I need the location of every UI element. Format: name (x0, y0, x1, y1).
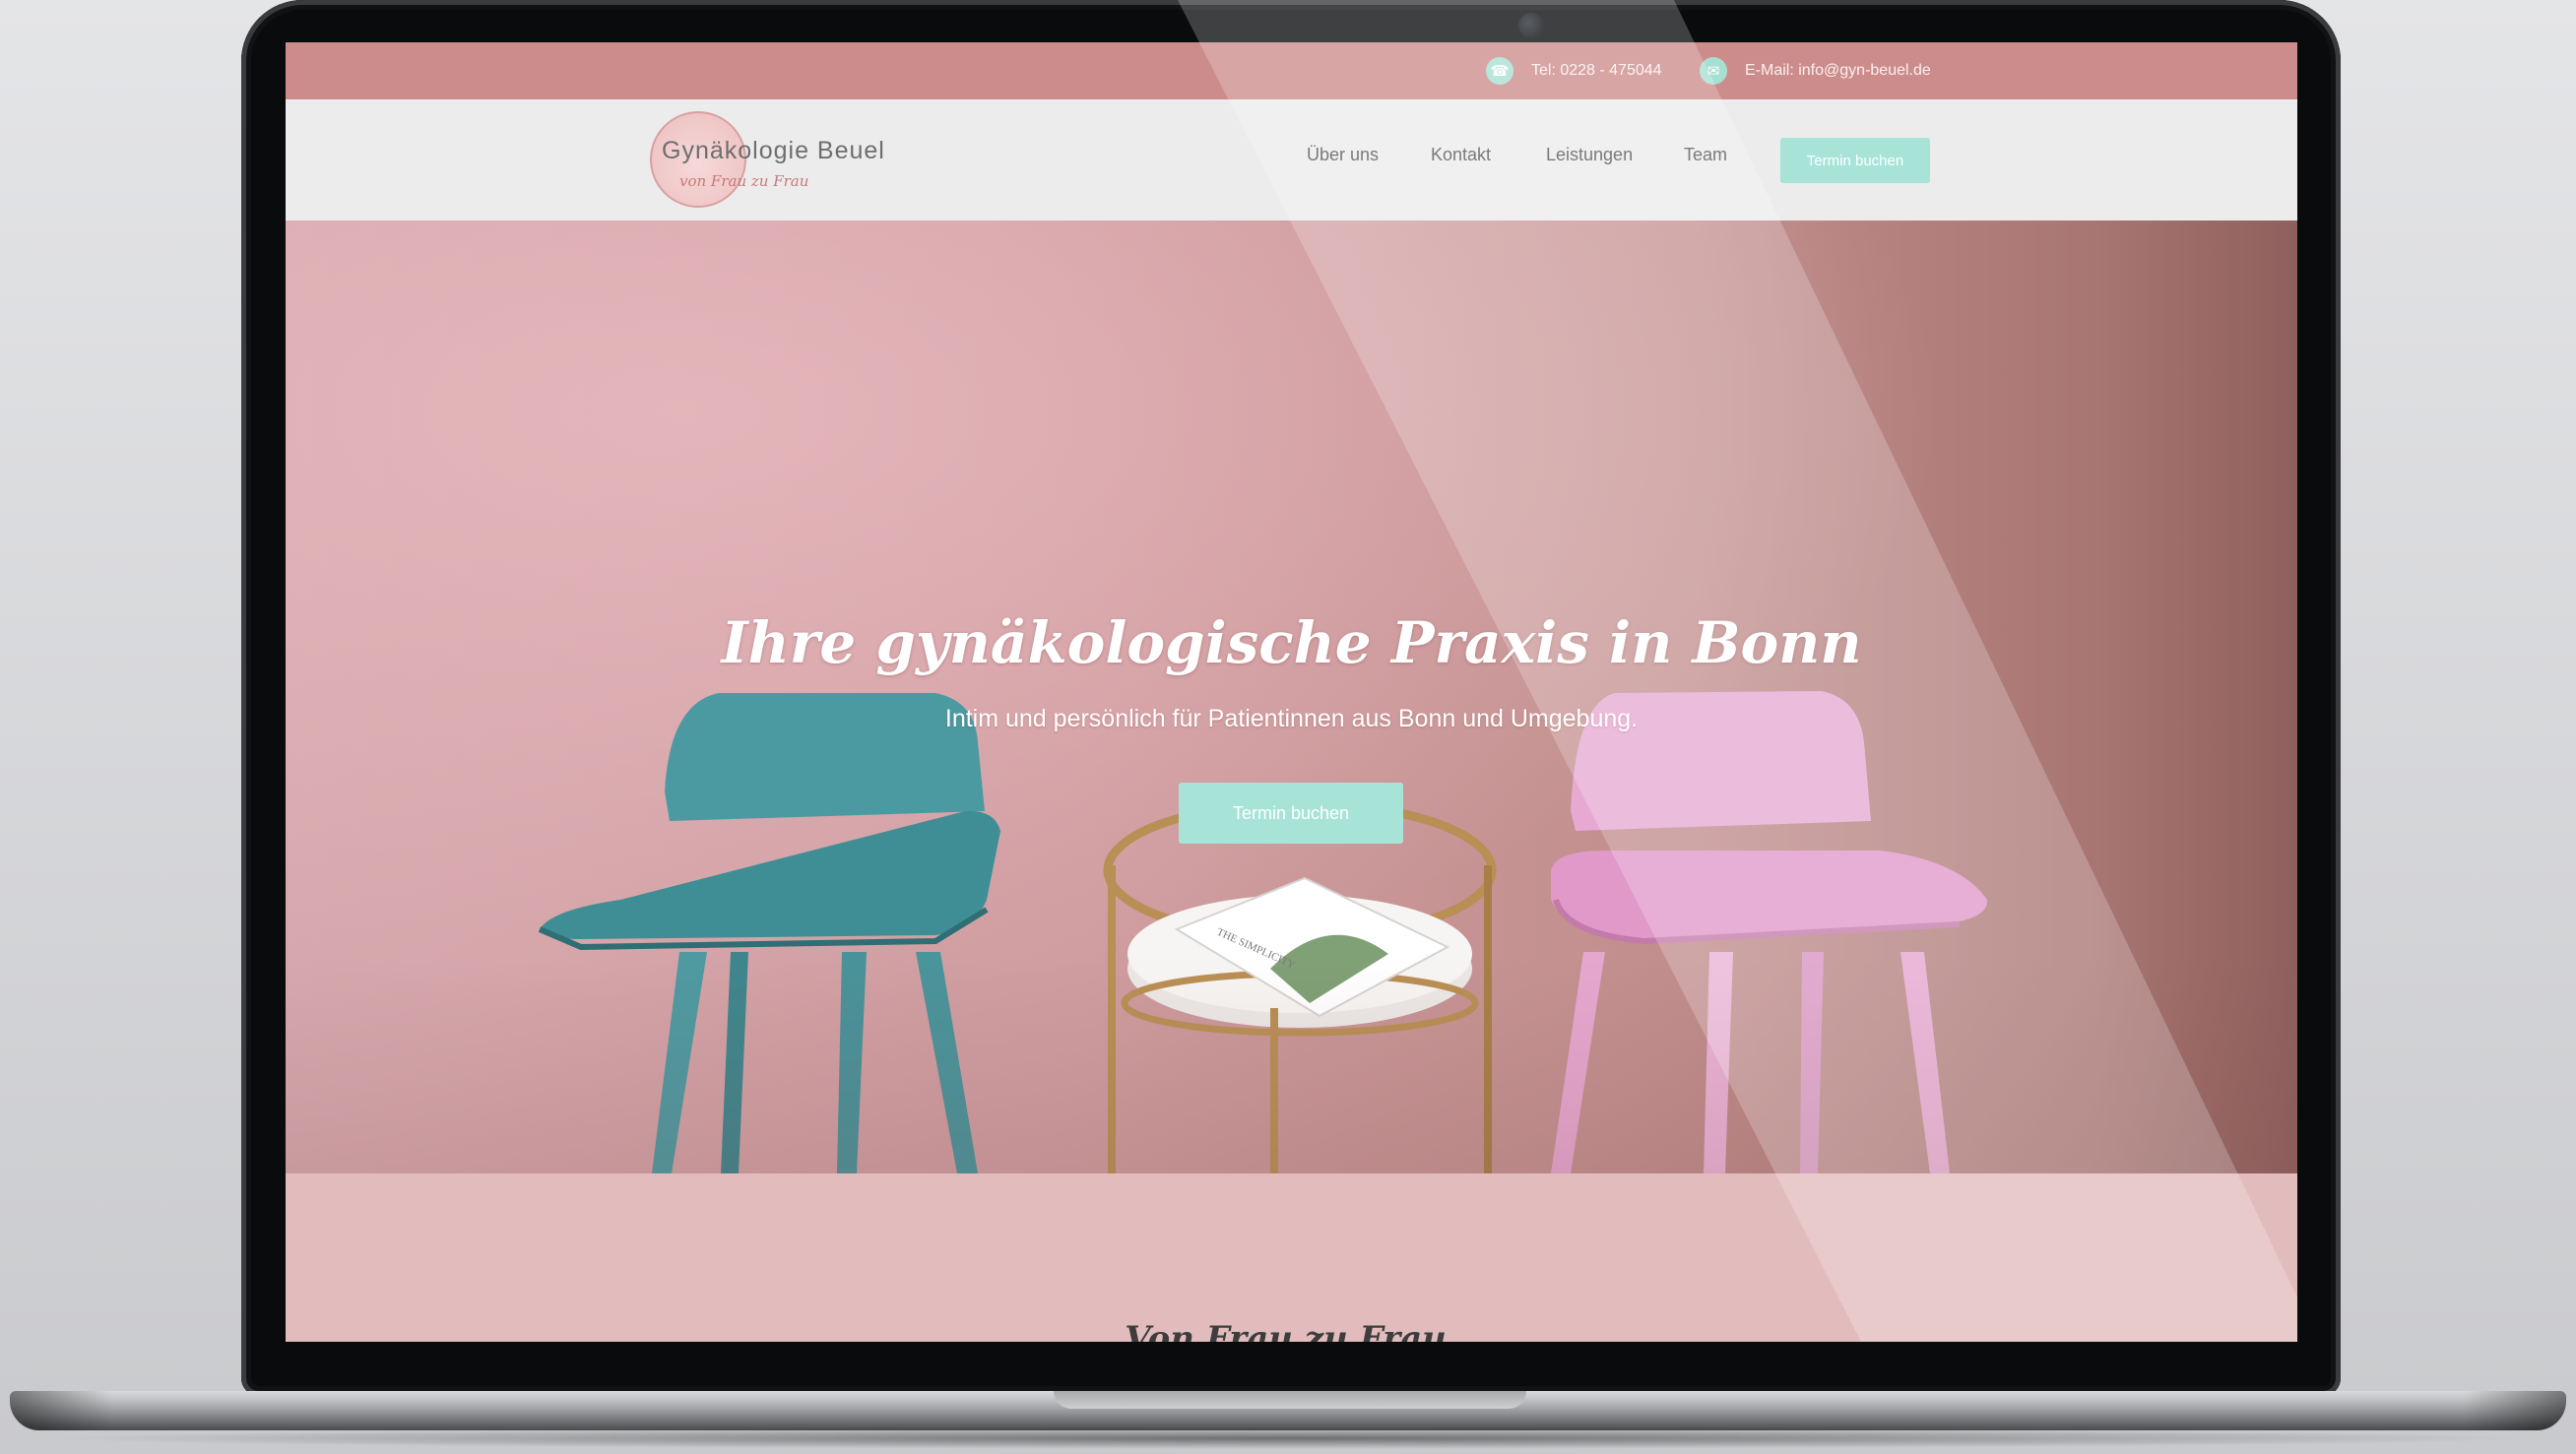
hero-section: THE SIMPLICITY Ihre gynäkologische Praxi… (286, 221, 2297, 1173)
phone-icon: ☎ (1486, 57, 1513, 85)
nav-item-leistungen[interactable]: Leistungen (1546, 145, 1633, 165)
phone-text: Tel: 0228 - 475044 (1531, 62, 1662, 79)
nav-item-team[interactable]: Team (1684, 145, 1727, 165)
nav-termin-buchen-button[interactable]: Termin buchen (1780, 138, 1930, 183)
camera-icon (1518, 13, 1544, 38)
nav-item-kontakt[interactable]: Kontakt (1431, 145, 1491, 165)
main-navbar: Gynäkologie Beuel von Frau zu Frau Über … (286, 99, 2297, 221)
hero-title: Ihre gynäkologische Praxis in Bonn (721, 609, 1862, 676)
hero-termin-buchen-button[interactable]: Termin buchen (1179, 783, 1403, 844)
intro-section: Von Frau zu Frau. (286, 1173, 2297, 1342)
email-text: E-Mail: info@gyn-beuel.de (1745, 62, 1931, 79)
mail-icon: ✉ (1700, 57, 1727, 85)
hero-subtitle: Intim und persönlich für Patientinnen au… (944, 705, 1639, 732)
site-logo[interactable]: Gynäkologie Beuel von Frau zu Frau (648, 109, 884, 210)
laptop-shadow (30, 1427, 2546, 1449)
browser-viewport: ☎ Tel: 0228 - 475044 ✉ E-Mail: info@gyn-… (286, 42, 2297, 1342)
logo-title: Gynäkologie Beuel (662, 137, 885, 164)
hero-shade (286, 957, 2297, 1173)
email-contact[interactable]: ✉ E-Mail: info@gyn-beuel.de (1700, 56, 1931, 86)
nav-item-ueber-uns[interactable]: Über uns (1307, 145, 1379, 165)
logo-tagline: von Frau zu Frau (679, 172, 809, 190)
phone-contact[interactable]: ☎ Tel: 0228 - 475044 (1486, 56, 1662, 86)
contact-bar: ☎ Tel: 0228 - 475044 ✉ E-Mail: info@gyn-… (286, 42, 2297, 99)
laptop-notch (1054, 1391, 1526, 1409)
intro-heading: Von Frau zu Frau. (1125, 1319, 1458, 1342)
